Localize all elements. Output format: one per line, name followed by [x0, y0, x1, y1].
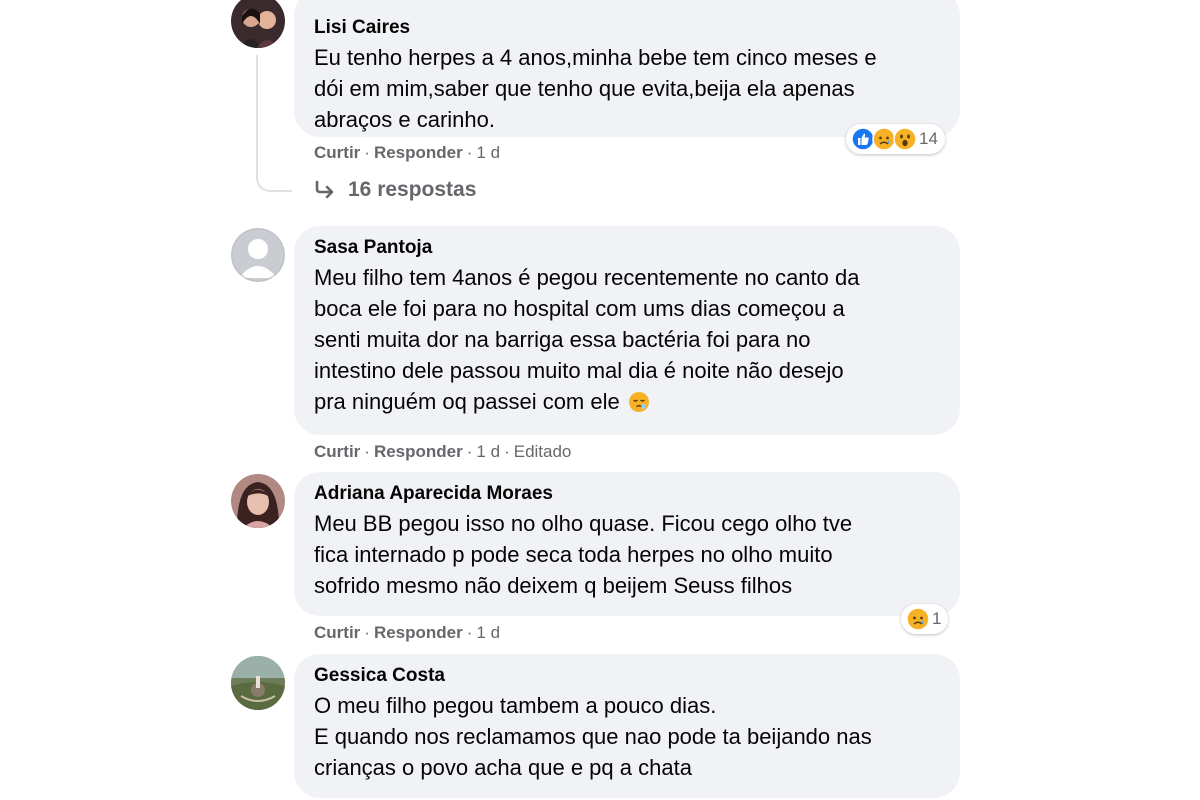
- comment-bubble: Lisi Caires Eu tenho herpes a 4 anos,min…: [294, 0, 960, 137]
- reaction-count: 1: [932, 609, 942, 628]
- comment-author[interactable]: Adriana Aparecida Moraes: [314, 482, 940, 506]
- reply-arrow-icon: [315, 180, 334, 199]
- reply-button[interactable]: Responder: [374, 143, 463, 162]
- thread-connector-line: [256, 55, 292, 192]
- comment-text: Meu filho tem 4anos é pegou recentemente…: [314, 265, 860, 414]
- reaction-count: 14: [919, 129, 938, 148]
- comment-text: Eu tenho herpes a 4 anos,minha bebe tem …: [314, 45, 877, 132]
- like-button[interactable]: Curtir: [314, 143, 360, 162]
- comment-bubble: Gessica Costa O meu filho pegou tambem a…: [294, 654, 960, 798]
- reaction-summary[interactable]: 1: [901, 604, 949, 634]
- reaction-summary[interactable]: 14: [846, 124, 945, 154]
- replies-count-label: 16 respostas: [348, 178, 477, 201]
- sad-icon: [906, 607, 930, 631]
- like-button[interactable]: Curtir: [314, 442, 360, 461]
- comment-actions: Curtir · Responder · 1 d · Editado: [314, 442, 572, 461]
- avatar-adriana-aparecida-moraes[interactable]: [231, 474, 285, 528]
- comment-actions: Curtir · Responder · 1 d: [314, 623, 501, 642]
- comment-timestamp[interactable]: 1 d: [476, 143, 500, 162]
- reply-button[interactable]: Responder: [374, 442, 463, 461]
- wow-icon: [893, 127, 917, 151]
- like-button[interactable]: Curtir: [314, 623, 360, 642]
- comment-actions: Curtir · Responder · 1 d: [314, 143, 501, 162]
- comment-text: Meu BB pegou isso no olho quase. Ficou c…: [314, 511, 853, 598]
- comment-timestamp[interactable]: 1 d: [476, 623, 500, 642]
- comment-timestamp[interactable]: 1 d: [476, 442, 500, 461]
- reply-button[interactable]: Responder: [374, 623, 463, 642]
- comment-bubble: Sasa Pantoja Meu filho tem 4anos é pegou…: [294, 226, 960, 435]
- comment-bubble: Adriana Aparecida Moraes Meu BB pegou is…: [294, 472, 960, 616]
- edited-label: Editado: [513, 442, 572, 461]
- avatar-sasa-pantoja[interactable]: [231, 228, 285, 282]
- avatar-lisi-caires[interactable]: [231, 0, 285, 48]
- sleepy-emoji-icon: [628, 392, 649, 412]
- view-replies-link[interactable]: 16 respostas: [314, 178, 476, 202]
- comment-text: O meu filho pegou tambem a pouco dias. E…: [314, 693, 872, 780]
- comment-author[interactable]: Lisi Caires: [314, 16, 940, 40]
- avatar-gessica-costa[interactable]: [231, 656, 285, 710]
- comment-author[interactable]: Sasa Pantoja: [314, 236, 940, 260]
- comment-author[interactable]: Gessica Costa: [314, 664, 940, 688]
